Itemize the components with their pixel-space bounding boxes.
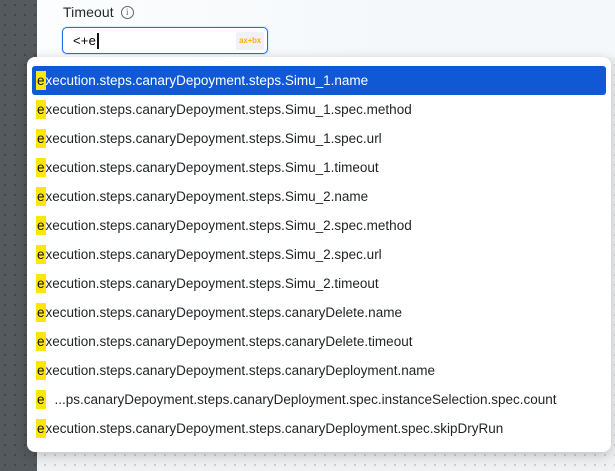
suggestion-text: xecution.steps.canaryDepoyment.steps.Sim… <box>46 131 382 146</box>
suggestion-text: xecution.steps.canaryDepoyment.steps.Sim… <box>46 247 382 262</box>
match-highlight: e <box>36 274 46 293</box>
suggestion-text: xecution.steps.canaryDepoyment.steps.can… <box>46 334 413 349</box>
match-highlight: e <box>36 187 46 206</box>
text-cursor <box>97 33 99 49</box>
suggestion-list: execution.steps.canaryDepoyment.steps.Si… <box>32 66 606 443</box>
pipeline-studio-overlay: { "form": { "label": "Timeout", "input_v… <box>0 0 615 471</box>
match-highlight: e <box>36 158 46 177</box>
timeout-field-label: Timeout <box>63 4 114 20</box>
step-config-panel: Timeout i <+e ax+bx <box>37 0 615 57</box>
expression-autocomplete-dropdown: execution.steps.canaryDepoyment.steps.Si… <box>27 57 611 452</box>
suggestion-item[interactable]: execution.steps.canaryDepoyment.steps.Si… <box>32 182 606 211</box>
suggestion-item[interactable]: execution.steps.canaryDepoyment.steps.Si… <box>32 240 606 269</box>
match-highlight: e <box>36 361 46 380</box>
suggestion-text: xecution.steps.canaryDepoyment.steps.Sim… <box>46 189 369 204</box>
suggestion-item[interactable]: execution.steps.canaryDepoyment.steps.ca… <box>32 327 606 356</box>
match-highlight: e <box>36 245 46 264</box>
match-highlight: e <box>36 419 46 438</box>
match-highlight: e <box>36 303 46 322</box>
suggestion-item[interactable]: execution.steps.canaryDepoyment.steps.Si… <box>32 124 606 153</box>
suggestion-item[interactable]: e...ps.canaryDepoyment.steps.canaryDeplo… <box>32 385 606 414</box>
suggestion-text: xecution.steps.canaryDepoyment.steps.can… <box>46 363 435 378</box>
suggestion-text: xecution.steps.canaryDepoyment.steps.can… <box>46 421 504 436</box>
suggestion-item[interactable]: execution.steps.canaryDepoyment.steps.ca… <box>32 356 606 385</box>
suggestion-text: xecution.steps.canaryDepoyment.steps.Sim… <box>46 102 412 117</box>
suggestion-text: ...ps.canaryDepoyment.steps.canaryDeploy… <box>46 392 557 407</box>
match-highlight: e <box>36 332 46 351</box>
suggestion-text: xecution.steps.canaryDepoyment.steps.Sim… <box>46 73 369 88</box>
suggestion-text: xecution.steps.canaryDepoyment.steps.Sim… <box>46 218 412 233</box>
suggestion-text: xecution.steps.canaryDepoyment.steps.Sim… <box>46 160 379 175</box>
info-icon[interactable]: i <box>121 6 134 19</box>
match-highlight: e <box>36 216 46 235</box>
suggestion-item[interactable]: execution.steps.canaryDepoyment.steps.Si… <box>32 211 606 240</box>
suggestion-item[interactable]: execution.steps.canaryDepoyment.steps.Si… <box>32 66 606 95</box>
match-highlight: e <box>36 100 46 119</box>
suggestion-item[interactable]: execution.steps.canaryDepoyment.steps.ca… <box>32 414 606 443</box>
match-highlight: e <box>36 71 46 90</box>
timeout-field-label-row: Timeout i <box>63 4 134 20</box>
suggestion-item[interactable]: execution.steps.canaryDepoyment.steps.Si… <box>32 153 606 182</box>
suggestion-text: xecution.steps.canaryDepoyment.steps.Sim… <box>46 276 379 291</box>
suggestion-item[interactable]: execution.steps.canaryDepoyment.steps.Si… <box>32 95 606 124</box>
match-highlight: e <box>36 390 46 409</box>
expression-badge-icon[interactable]: ax+bx <box>236 32 264 50</box>
suggestion-text: xecution.steps.canaryDepoyment.steps.can… <box>46 305 402 320</box>
timeout-input[interactable]: <+e ax+bx <box>62 27 268 54</box>
timeout-input-value: <+e <box>73 33 96 48</box>
suggestion-item[interactable]: execution.steps.canaryDepoyment.steps.Si… <box>32 269 606 298</box>
match-highlight: e <box>36 129 46 148</box>
suggestion-item[interactable]: execution.steps.canaryDepoyment.steps.ca… <box>32 298 606 327</box>
